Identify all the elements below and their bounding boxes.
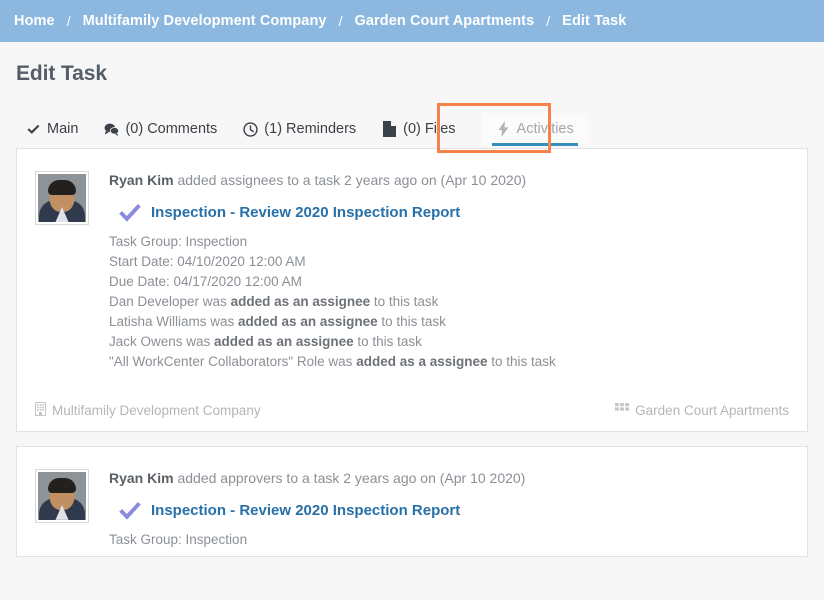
- task-title-row: Inspection - Review 2020 Inspection Repo…: [119, 203, 789, 222]
- tab-reminders-label: (1) Reminders: [264, 121, 357, 137]
- activity-card: Ryan Kim added assignees to a task 2 yea…: [16, 148, 808, 432]
- activity-entry: Ryan Kim added approvers to a task 2 yea…: [109, 469, 789, 550]
- footer-property[interactable]: Garden Court Apartments: [615, 402, 789, 418]
- building-icon: [35, 401, 46, 419]
- clock-icon: [243, 121, 258, 137]
- file-icon: [382, 121, 397, 137]
- activity-detail: Task Group: Inspection: [109, 233, 248, 249]
- breadcrumb-company[interactable]: Multifamily Development Company: [83, 13, 327, 29]
- activity-entry: Ryan Kim added assignees to a task 2 yea…: [109, 171, 789, 372]
- tab-comments-label: (0) Comments: [125, 121, 218, 137]
- activity-action: added assignees to a task 2 years ago on…: [173, 172, 527, 188]
- avatar: [35, 468, 89, 523]
- activity-detail: Dan Developer was added as an assignee t…: [109, 293, 439, 309]
- breadcrumb-property[interactable]: Garden Court Apartments: [354, 13, 534, 29]
- activity-detail: Jack Owens was added as an assignee to t…: [109, 333, 422, 349]
- tab-comments[interactable]: (0) Comments: [104, 113, 217, 146]
- activity-headline: Ryan Kim added assignees to a task 2 yea…: [109, 171, 789, 190]
- footer-company-label: Multifamily Development Company: [52, 402, 261, 418]
- avatar-photo: [38, 471, 86, 520]
- avatar: [35, 171, 89, 225]
- tab-activities-label: Activities: [516, 121, 574, 137]
- tab-main-label: Main: [47, 121, 79, 137]
- task-title-link[interactable]: Inspection - Review 2020 Inspection Repo…: [151, 204, 460, 221]
- activity-list: Ryan Kim added assignees to a task 2 yea…: [0, 148, 824, 557]
- activity-actor: Ryan Kim: [109, 172, 174, 188]
- task-title-row: Inspection - Review 2020 Inspection Repo…: [119, 501, 789, 520]
- activity-card-body: Ryan Kim added assignees to a task 2 yea…: [17, 149, 807, 378]
- avatar-photo: [38, 174, 86, 222]
- breadcrumb-home[interactable]: Home: [14, 13, 55, 29]
- activity-card: Ryan Kim added approvers to a task 2 yea…: [16, 445, 808, 557]
- footer-property-label: Garden Court Apartments: [635, 402, 789, 418]
- tab-files-label: (0) Files: [403, 121, 456, 137]
- breadcrumb-separator: /: [338, 13, 343, 29]
- task-check-icon: [119, 203, 141, 222]
- breadcrumb-separator: /: [546, 13, 551, 29]
- bolt-icon: [496, 121, 511, 137]
- check-icon: [26, 122, 41, 137]
- tab-reminders[interactable]: (1) Reminders: [243, 113, 356, 146]
- activity-action: added approvers to a task 2 years ago on…: [173, 469, 526, 486]
- activity-detail: "All WorkCenter Collaborators" Role was …: [109, 353, 556, 369]
- activity-card-body: Ryan Kim added approvers to a task 2 yea…: [17, 447, 807, 556]
- tab-activities[interactable]: Activities: [481, 113, 588, 146]
- grid-icon: [615, 402, 630, 418]
- active-tab-underline: [491, 143, 578, 146]
- activity-detail: Task Group: Inspection: [109, 531, 248, 547]
- task-check-icon: [119, 501, 141, 520]
- activity-actor: Ryan Kim: [109, 469, 174, 486]
- activity-card-footer: Multifamily Development Company Garden C…: [17, 390, 807, 431]
- comments-icon: [104, 122, 120, 137]
- tab-bar: Main (0) Comments (1) Reminders (0) File…: [0, 102, 824, 153]
- tab-main[interactable]: Main: [26, 113, 78, 146]
- activity-detail: Due Date: 04/17/2020 12:00 AM: [109, 273, 302, 289]
- page-title: Edit Task: [16, 62, 107, 85]
- breadcrumb: Home / Multifamily Development Company /…: [0, 0, 824, 42]
- footer-company[interactable]: Multifamily Development Company: [35, 401, 261, 419]
- activity-detail: Latisha Williams was added as an assigne…: [109, 313, 446, 329]
- activity-headline: Ryan Kim added approvers to a task 2 yea…: [109, 469, 789, 488]
- tab-files[interactable]: (0) Files: [382, 113, 456, 146]
- activity-detail: Start Date: 04/10/2020 12:00 AM: [109, 253, 306, 269]
- task-title-link[interactable]: Inspection - Review 2020 Inspection Repo…: [151, 502, 460, 519]
- breadcrumb-current: Edit Task: [562, 13, 627, 29]
- page-root: Home / Multifamily Development Company /…: [0, 0, 824, 600]
- breadcrumb-separator: /: [66, 13, 71, 29]
